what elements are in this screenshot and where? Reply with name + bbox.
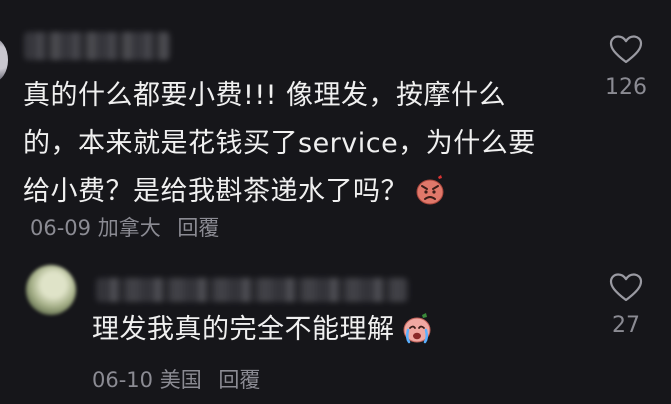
comment-line: 给小费？是给我斟茶递水了吗？ xyxy=(23,168,563,216)
username-blurred[interactable] xyxy=(24,32,170,60)
reply-button[interactable]: 回覆 xyxy=(177,216,219,240)
comment-line-text: 给小费？是给我斟茶递水了吗？ xyxy=(23,176,408,207)
comment-line: 真的什么都要小费!!! 像理发，按摩什么 xyxy=(23,80,507,111)
comment-date: 06-10 xyxy=(92,368,154,392)
username-blurred[interactable] xyxy=(96,278,408,302)
comment-line: 的，本来就是花钱买了service，为什么要 xyxy=(23,128,536,159)
heart-outline-icon xyxy=(609,35,643,64)
like-button[interactable]: 27 xyxy=(596,272,656,338)
comment-line-text: 理发我真的完全不能理解 xyxy=(92,314,395,345)
crying-face-emoji xyxy=(403,313,430,344)
comment-text: 真的什么都要小费!!! 像理发，按摩什么 的，本来就是花钱买了service，为… xyxy=(23,72,563,216)
comment-meta: 06-09 加拿大 回覆 xyxy=(30,212,219,242)
like-button[interactable]: 126 xyxy=(596,34,656,100)
reply-button[interactable]: 回覆 xyxy=(218,368,260,392)
angry-face-emoji xyxy=(416,175,444,205)
avatar[interactable] xyxy=(26,265,76,315)
avatar[interactable] xyxy=(0,38,8,82)
like-count: 126 xyxy=(605,75,647,100)
comment-date: 06-09 xyxy=(30,216,92,240)
comment-text: 理发我真的完全不能理解 xyxy=(92,310,433,350)
comment-location: 美国 xyxy=(159,368,202,392)
comment-meta: 06-10 美国 回覆 xyxy=(92,364,260,394)
comment-location: 加拿大 xyxy=(97,216,161,240)
heart-outline-icon xyxy=(609,273,643,302)
like-count: 27 xyxy=(612,313,640,338)
